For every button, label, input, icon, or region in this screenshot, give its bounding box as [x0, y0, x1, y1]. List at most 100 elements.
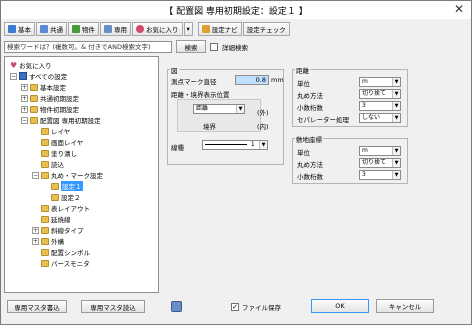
kyori-decimal-label: 小数桁数	[297, 104, 323, 112]
kyori-decimal-value: 3	[362, 102, 366, 109]
tree-item-table-layout[interactable]: 表レイアウト	[41, 203, 90, 213]
folder-icon	[41, 215, 49, 223]
chevron-down-icon: ▼	[392, 159, 400, 167]
shikichi-decimal-value: 3	[362, 171, 366, 178]
linetype-label: 線種	[171, 144, 184, 152]
help-icon[interactable]	[171, 301, 182, 312]
mark-diameter-input[interactable]: 0.8	[235, 75, 269, 85]
chevron-down-icon: ▼	[392, 171, 400, 179]
common-icon	[40, 25, 48, 33]
tree-item-layer[interactable]: レイヤ	[41, 126, 70, 136]
tree-item-layout-dedicated[interactable]: − 配置図 専用初期設定	[21, 115, 101, 125]
favorites-dropdown[interactable]: ▾	[183, 22, 193, 36]
expand-icon[interactable]: +	[32, 237, 39, 245]
kyori-separator-label: セパレーター処理	[297, 116, 349, 124]
settings-check-button[interactable]: 設定チェック	[242, 22, 290, 36]
shikichi-decimal-select[interactable]: 3 ▼	[359, 170, 401, 180]
tree-item-screen-layer[interactable]: 画面レイヤ	[41, 137, 83, 147]
folder-icon	[41, 138, 49, 146]
tree-item-basic[interactable]: + 基本設定	[21, 82, 66, 92]
tree-label: 外構	[51, 238, 64, 246]
tree-item-exterior[interactable]: + 外構	[32, 236, 64, 246]
shikichi-unit-value: m	[362, 147, 368, 154]
detail-search-checkbox[interactable]	[210, 42, 218, 51]
settings-tree[interactable]: ♥ お気に入り − すべての設定 + 基本設定 + 共通初期設定 + 物件初期設定 − 配置…	[4, 56, 159, 293]
chevron-down-icon: ▼	[392, 147, 400, 155]
linetype-sample	[205, 144, 247, 145]
shikichi-round-select[interactable]: 切り捨て ▼	[359, 158, 401, 168]
tree-item-fire-line[interactable]: 延焼線	[41, 214, 71, 224]
expand-icon[interactable]: +	[21, 105, 28, 113]
zu-group-title: 図	[170, 65, 179, 75]
shikichi-unit-label: 単位	[297, 149, 310, 157]
tree-item-fill[interactable]: 塗り潰し	[41, 148, 77, 158]
navi-icon	[201, 25, 210, 33]
favorites-button[interactable]: お気に入り	[132, 22, 183, 36]
kyori-round-label: 丸め方法	[297, 92, 323, 100]
tree-item-layout-symbol[interactable]: 配置シンボル	[41, 247, 90, 257]
save-file-row: ✓ ファイル保存	[231, 302, 281, 312]
tree-item-load[interactable]: 読込	[41, 159, 64, 169]
property-button[interactable]: 物件	[68, 22, 99, 36]
common-button[interactable]: 共通	[36, 22, 67, 36]
settings-navi-button[interactable]: 設定ナビ	[197, 22, 242, 36]
search-input[interactable]: 検索ワードは？(複数可。& 付きでAND検索文字)	[4, 40, 172, 53]
boundary-suffix: (内)	[257, 123, 269, 131]
folder-icon	[30, 83, 38, 91]
tree-item-favorites[interactable]: ♥ お気に入り	[10, 60, 52, 71]
folder-icon	[41, 259, 49, 267]
collapse-icon[interactable]: −	[32, 171, 39, 179]
basic-button[interactable]: 基本	[4, 22, 35, 36]
folder-icon	[51, 193, 59, 201]
tree-item-property[interactable]: + 物件初期設定	[21, 104, 79, 114]
detail-search-label: 詳細検索	[222, 43, 248, 52]
import-master-button[interactable]: 専用マスタ読込	[81, 300, 145, 313]
export-master-button[interactable]: 専用マスタ書込	[7, 300, 67, 313]
favorites-icon	[136, 25, 144, 33]
ok-button[interactable]: OK	[311, 299, 369, 313]
search-button[interactable]: 検索	[176, 40, 206, 53]
tree-label: 配置シンボル	[51, 249, 90, 257]
tree-item-round-mark[interactable]: − 丸め・マーク設定	[32, 170, 103, 180]
shikichi-decimal-label: 小数桁数	[297, 173, 323, 181]
tree-label: 設定２	[61, 194, 81, 202]
close-icon[interactable]: ✕	[451, 2, 467, 16]
linetype-value: 1	[250, 141, 255, 148]
expand-icon[interactable]: +	[21, 94, 28, 102]
linetype-select[interactable]: 1 ▼	[202, 140, 268, 150]
basic-label: 基本	[18, 26, 31, 34]
tree-item-common[interactable]: + 共通初期設定	[21, 93, 79, 103]
chevron-down-icon: ▼	[392, 78, 400, 86]
search-row: 検索ワードは？(複数可。& 付きでAND検索文字) 検索 詳細検索	[4, 40, 248, 53]
distance-select[interactable]: 距離 ▼	[193, 104, 245, 114]
kyori-unit-label: 単位	[297, 80, 310, 88]
kyori-decimal-select[interactable]: 3 ▼	[359, 101, 401, 111]
kyori-unit-value: m	[362, 78, 368, 85]
tree-label: 画面レイヤ	[51, 139, 84, 147]
tree-label: 延焼線	[51, 216, 71, 224]
kyori-separator-select[interactable]: しない ▼	[359, 113, 401, 123]
collapse-icon[interactable]: −	[10, 72, 17, 80]
tree-label: 丸め・マーク設定	[51, 172, 103, 180]
tree-label: お気に入り	[19, 62, 52, 70]
toolbar: 基本 共通 物件 専用 お気に入り ▾ 設定ナビ 設定チェック	[4, 22, 290, 37]
property-label: 物件	[82, 26, 95, 34]
tree-item-slope-type[interactable]: + 斜線タイプ	[32, 225, 84, 235]
shikichi-unit-select[interactable]: m ▼	[359, 146, 401, 156]
tree-item-setting2[interactable]: 設定２	[51, 192, 81, 202]
mark-diameter-label: 測点マーク直径	[171, 78, 217, 86]
dedicated-button[interactable]: 専用	[100, 22, 131, 36]
kyori-unit-select[interactable]: m ▼	[359, 77, 401, 87]
cancel-button[interactable]: キャンセル	[376, 299, 434, 313]
distance-suffix: (外)	[257, 109, 269, 117]
folder-icon	[41, 149, 49, 157]
expand-icon[interactable]: +	[32, 226, 39, 234]
tree-item-all[interactable]: − すべての設定	[10, 71, 67, 81]
kyori-round-select[interactable]: 切り捨て ▼	[359, 89, 401, 99]
tree-item-setting1[interactable]: 設定１	[51, 181, 83, 191]
expand-icon[interactable]: +	[21, 83, 28, 91]
tree-item-perspective[interactable]: パースモニタ	[41, 258, 90, 268]
collapse-icon[interactable]: −	[21, 116, 28, 124]
chevron-down-icon: ▾	[186, 25, 190, 33]
save-file-checkbox[interactable]: ✓	[231, 303, 239, 311]
